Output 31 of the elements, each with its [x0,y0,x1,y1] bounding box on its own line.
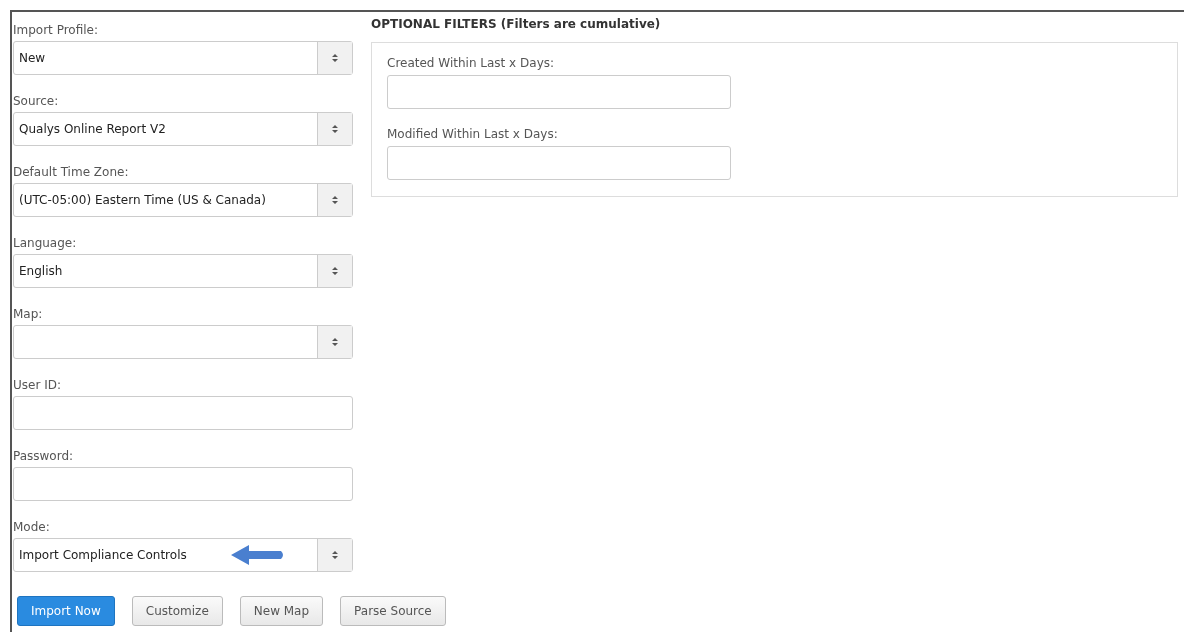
field-label: Mode: [13,519,51,535]
action-button[interactable]: Import Now [17,596,115,626]
dropdown[interactable] [13,325,353,359]
dropdown[interactable]: Import Compliance Controls [13,538,353,572]
field-label: Created Within Last x Days: [387,55,556,71]
action-button[interactable]: Parse Source [340,596,446,626]
field-label: Modified Within Last x Days: [387,126,559,142]
input-field[interactable] [387,146,731,180]
spinner-icon [317,184,352,216]
field-label: Language: [13,235,78,251]
input-field[interactable] [387,75,731,109]
input-field[interactable] [13,467,353,501]
spinner-icon [317,42,352,74]
dropdown[interactable]: Qualys Online Report V2 [13,112,353,146]
dropdown[interactable]: English [13,254,353,288]
field-label: Map: [13,306,44,322]
field-label: Import Profile: [13,22,99,38]
field-label: User ID: [13,377,62,393]
action-button[interactable]: Customize [131,596,223,626]
field-label: Default Time Zone: [13,164,130,180]
action-button[interactable]: New Map [239,596,324,626]
spinner-icon [317,113,352,145]
spinner-icon [317,255,352,287]
spinner-icon [317,539,352,571]
field-label: Password: [13,448,75,464]
dropdown[interactable]: New [13,41,353,75]
spinner-icon [317,326,352,358]
field-label: Source: [13,93,60,109]
dropdown[interactable]: (UTC-05:00) Eastern Time (US & Canada) [13,183,353,217]
input-field[interactable] [13,396,353,430]
section-title: OPTIONAL FILTERS (Filters are cumulative) [371,16,662,32]
